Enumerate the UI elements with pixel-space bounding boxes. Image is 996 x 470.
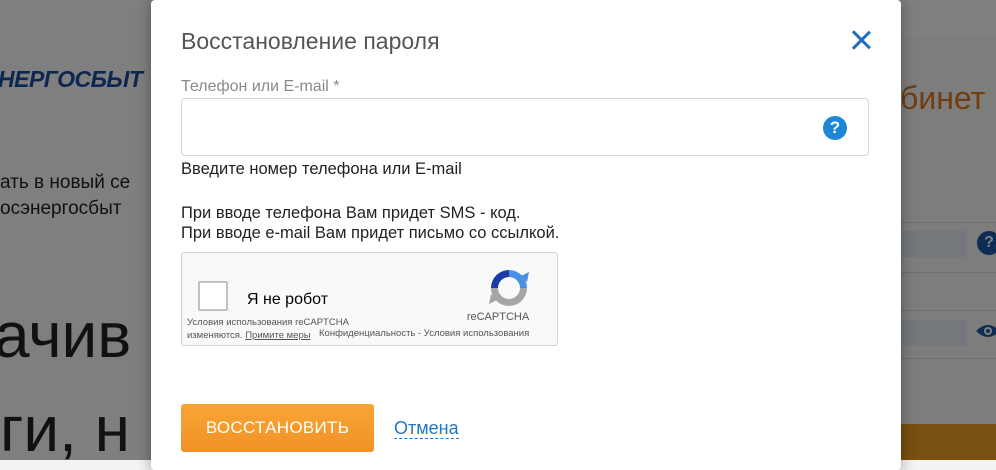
field-hint: Введите номер телефона или E-mail bbox=[181, 160, 462, 178]
phone-email-input[interactable] bbox=[181, 98, 869, 156]
help-icon[interactable]: ? bbox=[823, 116, 847, 140]
recaptcha-privacy-link[interactable]: Конфиденциальность - Условия использован… bbox=[319, 328, 529, 339]
recaptcha-logo-icon bbox=[489, 270, 529, 306]
password-recovery-dialog: Восстановление пароля Телефон или E-mail… bbox=[151, 0, 901, 470]
restore-button[interactable]: ВОССТАНОВИТЬ bbox=[181, 404, 374, 452]
info-text: При вводе телефона Вам придет SMS - код.… bbox=[181, 203, 559, 243]
phone-email-label: Телефон или E-mail * bbox=[181, 78, 340, 95]
recaptcha-widget: Я не робот reCAPTCHA Условия использован… bbox=[181, 252, 558, 346]
info-line-email: При вводе e-mail Вам придет письмо со сс… bbox=[181, 224, 560, 242]
recaptcha-brand: reCAPTCHA bbox=[466, 311, 530, 323]
recaptcha-terms-prefix: изменяются. bbox=[187, 330, 243, 341]
cancel-link[interactable]: Отмена bbox=[394, 418, 459, 439]
info-line-sms: При вводе телефона Вам придет SMS - код. bbox=[181, 204, 521, 222]
recaptcha-checkbox[interactable] bbox=[198, 281, 228, 311]
recaptcha-terms-link[interactable]: Примите меры bbox=[245, 330, 310, 341]
close-icon[interactable] bbox=[847, 26, 875, 54]
recaptcha-label: Я не робот bbox=[247, 291, 329, 308]
dialog-title: Восстановление пароля bbox=[181, 28, 440, 54]
